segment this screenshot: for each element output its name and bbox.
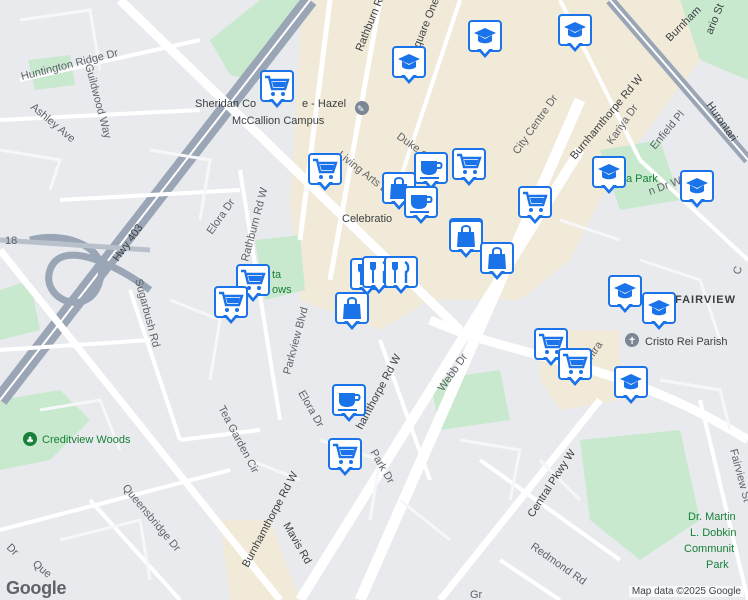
cafe-pin[interactable] [332,384,366,424]
pin-pointer [341,411,357,422]
street-label-celebration: Celebratio [342,213,392,225]
park-label-dobkin-2: L. Dobkin [690,527,736,539]
grocery-pin[interactable] [452,148,486,188]
pin-pointer [567,375,583,386]
grocery-pin[interactable] [558,348,592,388]
pin-pointer [401,73,417,84]
park-label-dobkin-3: Communit [684,543,734,555]
pin-pointer [477,47,493,58]
school-pin[interactable] [680,170,714,210]
pin-pointer [489,269,505,280]
cafe-pin[interactable] [404,186,438,226]
pin-pointer [413,213,429,224]
pin-pointer [651,319,667,330]
place-label-sheridan-3: McCallion Campus [232,115,325,127]
school-pin[interactable] [608,275,642,315]
pin-pointer [601,183,617,194]
place-label-cristo-rei: Cristo Rei Parish [645,336,728,348]
grocery-pin[interactable] [214,286,248,326]
school-pin[interactable] [592,156,626,196]
church-marker-glyph: ✝ [628,336,636,347]
school-marker-glyph: ✎ [357,105,365,115]
google-logo: Google [6,578,67,598]
shopping-pin[interactable] [449,220,483,260]
park-label-creditview-woods: Creditview Woods [42,434,131,446]
pin-pointer [337,465,353,476]
grocery-pin[interactable] [260,70,294,110]
park-label-meadows-1: ta [272,269,282,281]
shopping-pin[interactable] [480,242,514,282]
school-pin[interactable] [558,14,592,54]
place-label-sheridan-2: e - Hazel [302,98,346,110]
park-label-east: a Park [626,173,658,185]
pin-pointer [393,283,409,294]
pin-pointer [461,175,477,186]
grocery-pin[interactable] [518,186,552,226]
pin-pointer [317,180,333,191]
pin-pointer [689,197,705,208]
park-label-meadows-2: ows [272,284,292,296]
school-pin[interactable] [392,46,426,86]
place-label-sheridan-1: Sheridan Co [195,98,256,110]
area-label-fairview: FAIRVIEW [675,294,736,306]
school-pin[interactable] [468,20,502,60]
pin-pointer [344,319,360,330]
pin-pointer [223,313,239,324]
restaurant-pin[interactable] [384,256,418,296]
pin-pointer [543,355,559,366]
park-marker-glyph: ♣ [26,436,34,446]
pin-pointer [567,41,583,52]
pin-pointer [623,393,639,404]
grocery-pin[interactable] [308,153,342,193]
park-label-dobkin-1: Dr. Martin [688,511,736,523]
street-label-hwy-18: 18 [5,235,17,247]
street-label-gr: Gr [470,589,483,600]
pin-pointer [617,302,633,313]
pin-pointer [458,247,474,258]
shopping-pin[interactable] [335,292,369,332]
school-pin[interactable] [642,292,676,332]
school-pin[interactable] [614,366,648,406]
park-label-dobkin-4: Park [706,559,729,571]
map-attribution: Map data ©2025 Google [628,586,744,597]
pin-pointer [527,213,543,224]
grocery-pin[interactable] [328,438,362,478]
pin-pointer [269,97,285,108]
